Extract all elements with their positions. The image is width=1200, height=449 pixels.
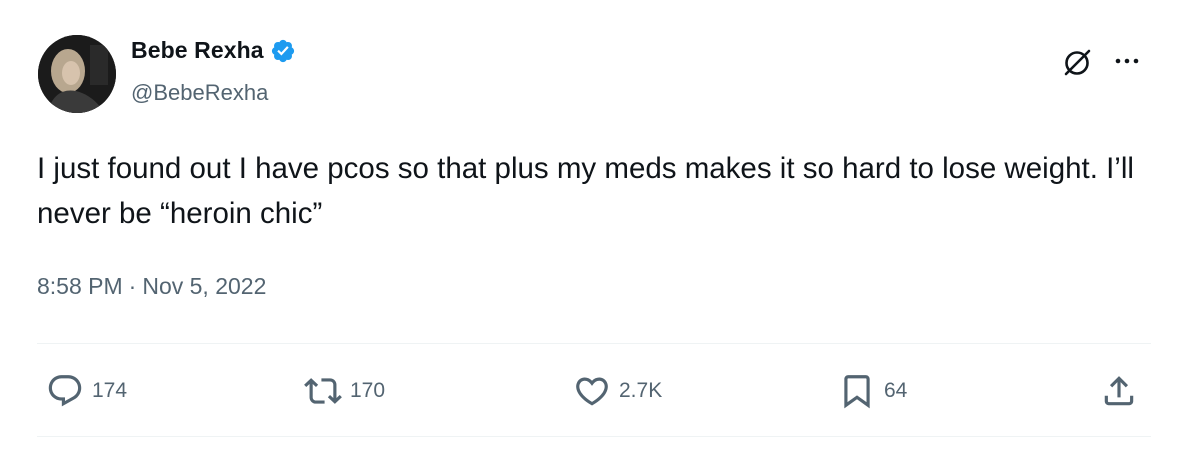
- bookmark-button[interactable]: 64: [838, 372, 907, 410]
- reply-button[interactable]: 174: [46, 372, 127, 410]
- like-button[interactable]: 2.7K: [573, 372, 662, 410]
- bookmark-icon: [844, 375, 870, 409]
- tweet-text: I just found out I have pcos so that plu…: [37, 152, 1143, 230]
- share-button[interactable]: [1100, 372, 1138, 410]
- like-count: 2.7K: [619, 379, 663, 402]
- author-handle[interactable]: @BebeRexha: [131, 80, 268, 106]
- reply-icon: [48, 375, 82, 407]
- tweet-timestamp[interactable]: 8:58 PM · Nov 5, 2022: [37, 273, 266, 300]
- avatar[interactable]: [38, 35, 116, 113]
- timestamp-separator: ·: [128, 273, 137, 299]
- tweet-card: Bebe Rexha @BebeRexha I just found out I…: [0, 0, 1200, 449]
- reply-count: 174: [92, 379, 128, 402]
- author-name-row: Bebe Rexha: [131, 37, 296, 64]
- verified-badge-icon: [271, 39, 294, 62]
- like-icon: [576, 377, 608, 406]
- share-icon: [1104, 376, 1134, 406]
- bookmark-count: 64: [884, 379, 908, 402]
- retweet-button[interactable]: 170: [304, 372, 385, 410]
- divider: [37, 343, 1151, 344]
- retweet-icon: [304, 378, 342, 404]
- display-name[interactable]: Bebe Rexha: [131, 37, 264, 64]
- more-options-icon[interactable]: [1112, 46, 1142, 76]
- retweet-count: 170: [350, 379, 386, 402]
- tweet-time[interactable]: 8:58 PM: [37, 273, 123, 300]
- grok-icon[interactable]: [1058, 44, 1096, 82]
- tweet-date[interactable]: Nov 5, 2022: [142, 273, 266, 300]
- divider: [37, 436, 1151, 437]
